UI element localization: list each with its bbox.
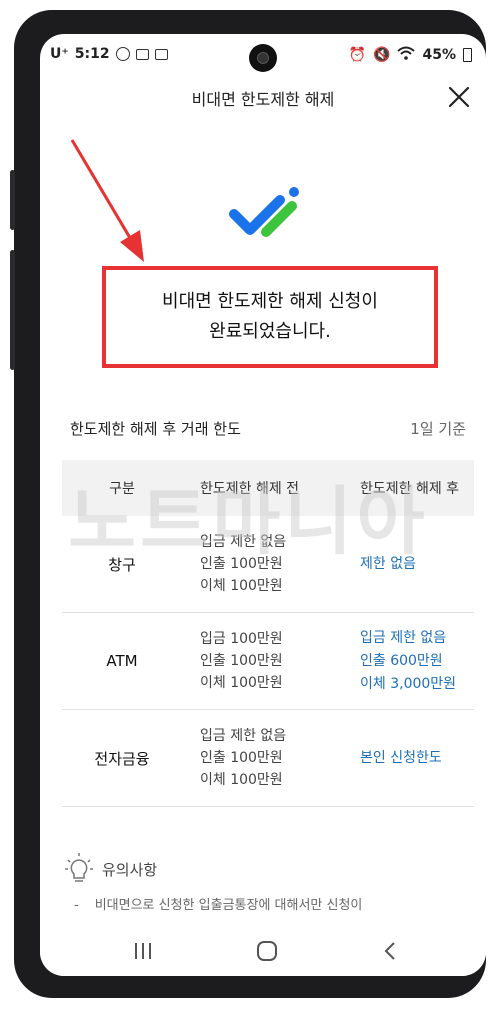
notice-bullet: -	[74, 898, 79, 913]
row-after: 제한 없음	[332, 553, 474, 576]
after-line: 본인 신청한도	[360, 749, 442, 766]
before-line: 인출 100만원	[200, 556, 283, 572]
table-header-after: 한도제한 해제 후	[360, 481, 460, 497]
before-line: 입금 제한 없음	[200, 728, 287, 744]
row-category: 창구	[108, 555, 136, 574]
after-line: 인출 600만원	[360, 652, 443, 669]
before-line: 입금 제한 없음	[200, 534, 287, 550]
notice-item-text: 비대면으로 신청한 입출금통장에 대해서만 신청이	[94, 898, 363, 913]
before-line: 인출 100만원	[200, 653, 283, 669]
row-before: 입금 100만원 인출 100만원 이체 100만원	[182, 628, 332, 694]
completion-message-line1: 비대면 한도제한 해제 신청이	[162, 291, 378, 312]
recent-apps-icon	[135, 943, 151, 959]
notice-item: - 비대면으로 신청한 입출금통장에 대해서만 신청이	[74, 894, 362, 913]
row-before: 입금 제한 없음 인출 100만원 이체 100만원	[182, 725, 332, 791]
limits-basis-note: 1일 기준	[410, 420, 466, 438]
notice-header: 유의사항	[64, 852, 157, 886]
before-line: 입금 100만원	[200, 631, 283, 647]
table-row: 전자금융 입금 제한 없음 인출 100만원 이체 100만원 본인 신청한도	[62, 710, 474, 807]
notice-label: 유의사항	[102, 860, 158, 879]
volume-button	[10, 170, 15, 230]
row-before: 입금 제한 없음 인출 100만원 이체 100만원	[182, 531, 332, 597]
home-icon	[257, 941, 277, 961]
before-line: 이체 100만원	[200, 675, 283, 691]
app-screen: U⁺ 5:12 ⏰ 🔇 45% 비대면 한도제한 해제 비대면 한도제한 해제 …	[40, 34, 486, 976]
before-line: 이체 100만원	[200, 578, 283, 594]
table-row: 창구 입금 제한 없음 인출 100만원 이체 100만원 제한 없음	[62, 516, 474, 613]
row-category: 전자금융	[94, 749, 150, 768]
phone-frame: U⁺ 5:12 ⏰ 🔇 45% 비대면 한도제한 해제 비대면 한도제한 해제 …	[10, 10, 486, 998]
before-line: 인출 100만원	[200, 750, 283, 766]
row-after: 본인 신청한도	[332, 747, 474, 770]
annotation-arrow-icon	[70, 139, 144, 262]
row-after: 입금 제한 없음 인출 600만원 이체 3,000만원	[332, 627, 474, 696]
home-button[interactable]	[252, 938, 282, 964]
table-header-row: 구분 한도제한 해제 전 한도제한 해제 후	[62, 460, 474, 516]
back-button[interactable]	[376, 938, 406, 964]
table-header-before: 한도제한 해제 전	[200, 481, 300, 497]
limits-section-title: 한도제한 해제 후 거래 한도	[70, 420, 241, 438]
table-row: ATM 입금 100만원 인출 100만원 이체 100만원 입금 제한 없음 …	[62, 613, 474, 710]
back-icon	[384, 942, 395, 960]
recent-apps-button[interactable]	[128, 938, 158, 964]
success-check-logo-icon	[229, 187, 299, 237]
row-category: ATM	[106, 652, 138, 670]
after-line: 이체 3,000만원	[360, 675, 457, 692]
completion-message-line2: 완료되었습니다.	[209, 321, 331, 342]
after-line: 입금 제한 없음	[360, 629, 447, 646]
power-button	[10, 250, 15, 370]
completion-message-box: 비대면 한도제한 해제 신청이 완료되었습니다.	[102, 266, 438, 368]
after-line: 제한 없음	[360, 555, 416, 572]
before-line: 이체 100만원	[200, 772, 283, 788]
lightbulb-icon	[65, 853, 93, 882]
system-nav-bar	[40, 928, 486, 976]
table-header-category: 구분	[109, 481, 135, 497]
limits-table: 구분 한도제한 해제 전 한도제한 해제 후 창구 입금 제한 없음 인출 10…	[62, 460, 474, 807]
